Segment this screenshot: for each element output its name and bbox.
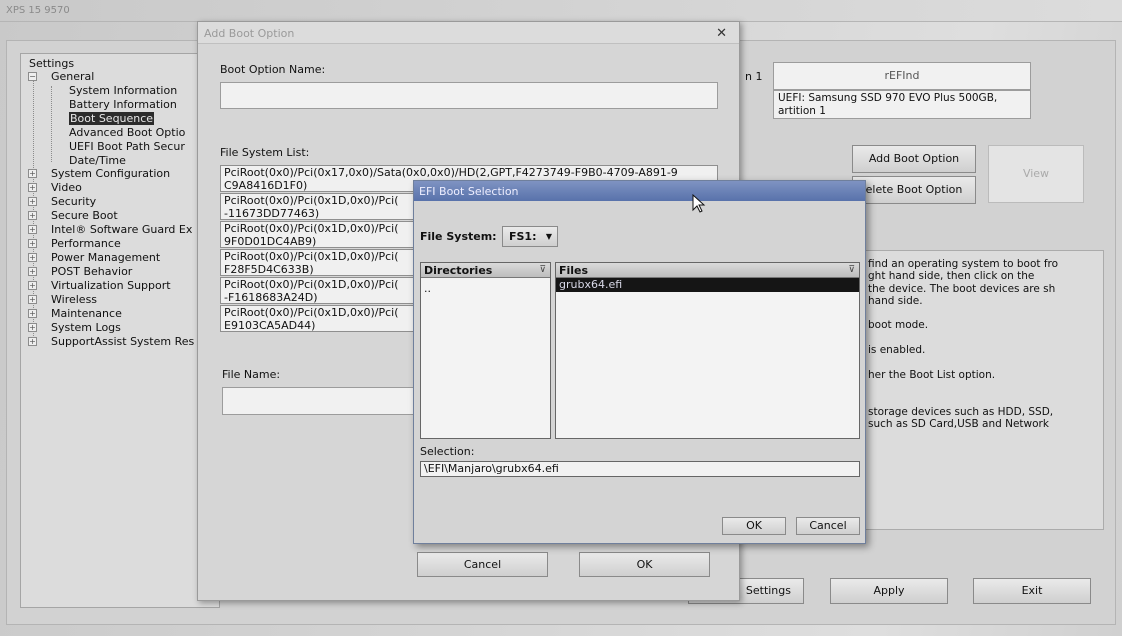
tree-item-performance[interactable]: Performance <box>51 237 121 250</box>
boot-device-info: UEFI: Samsung SSD 970 EVO Plus 500GB, ar… <box>773 90 1031 119</box>
file-system-select[interactable]: FS1: ▼ <box>502 226 558 247</box>
tree-item-wireless[interactable]: Wireless <box>51 293 97 306</box>
tree-item-system-logs[interactable]: System Logs <box>51 321 121 334</box>
tree-item-security[interactable]: Security <box>51 195 96 208</box>
dropdown-arrow-icon: ▼ <box>545 232 552 241</box>
boot-option-field[interactable]: rEFInd <box>773 62 1031 90</box>
tree-item-boot-sequence[interactable]: Boot Sequence <box>69 112 155 125</box>
title-bar: XPS 15 9570 <box>0 0 1122 22</box>
directories-pane[interactable]: Directories ⊽ .. <box>420 262 551 439</box>
file-item-selected[interactable]: grubx64.efi <box>556 278 859 292</box>
close-icon[interactable]: ✕ <box>716 26 727 41</box>
boot-option-value: rEFInd <box>884 69 920 82</box>
tree-item-video[interactable]: Video <box>51 181 82 194</box>
expand-icon[interactable]: + <box>28 323 37 332</box>
device-line-1: UEFI: Samsung SSD 970 EVO Plus 500GB, <box>778 92 998 104</box>
app-title: XPS 15 9570 <box>6 5 70 16</box>
view-button[interactable]: View <box>988 145 1084 203</box>
dialog-title-bar: Add Boot Option ✕ <box>198 22 739 44</box>
expand-icon[interactable]: + <box>28 267 37 276</box>
expand-icon[interactable]: + <box>28 253 37 262</box>
tree-item-system-configuration[interactable]: System Configuration <box>51 167 170 180</box>
efi-boot-selection-dialog: EFI Boot Selection File System: FS1: ▼ D… <box>413 180 866 544</box>
tree-item-secure-boot[interactable]: Secure Boot <box>51 209 118 222</box>
tree-item-power-management[interactable]: Power Management <box>51 251 160 264</box>
tree-item-post-behavior[interactable]: POST Behavior <box>51 265 132 278</box>
boot-option-label: n 1 <box>745 70 763 83</box>
expand-icon[interactable]: + <box>28 239 37 248</box>
tree-item-advanced-boot-options[interactable]: Advanced Boot Optio <box>69 126 185 139</box>
cancel-button[interactable]: Cancel <box>417 552 548 577</box>
add-boot-option-button[interactable]: Add Boot Option <box>852 145 976 173</box>
expand-icon[interactable]: + <box>28 169 37 178</box>
expand-icon[interactable]: − <box>28 72 37 81</box>
file-system-label: File System: <box>420 230 497 243</box>
settings-tree: Settings − General System Information Ba… <box>20 53 220 608</box>
sort-icon[interactable]: ⊽ <box>539 263 546 278</box>
apply-button[interactable]: Apply <box>830 578 948 604</box>
selection-field[interactable]: \EFI\Manjaro\grubx64.efi <box>420 461 860 477</box>
tree-item-uefi-boot-path-security[interactable]: UEFI Boot Path Secur <box>69 140 185 153</box>
expand-icon[interactable]: + <box>28 197 37 206</box>
bios-screen: XPS 15 9570 Settings − General System In… <box>0 0 1122 636</box>
directories-header[interactable]: Directories ⊽ <box>421 263 550 278</box>
dialog-title: Add Boot Option <box>204 27 295 40</box>
efi-ok-button[interactable]: OK <box>722 517 786 535</box>
expand-icon[interactable]: + <box>28 211 37 220</box>
tree-item-virtualization-support[interactable]: Virtualization Support <box>51 279 171 292</box>
file-system-list-label: File System List: <box>220 146 310 159</box>
tree-item-system-information[interactable]: System Information <box>69 84 177 97</box>
expand-icon[interactable]: + <box>28 295 37 304</box>
sort-icon[interactable]: ⊽ <box>848 263 855 278</box>
file-name-label: File Name: <box>222 368 281 381</box>
selection-label: Selection: <box>420 445 475 458</box>
files-pane[interactable]: Files ⊽ grubx64.efi <box>555 262 860 439</box>
boot-option-name-input[interactable] <box>220 82 718 109</box>
tree-item-date-time[interactable]: Date/Time <box>69 154 126 167</box>
efi-cancel-button[interactable]: Cancel <box>796 517 860 535</box>
tree-item-general[interactable]: General <box>51 70 94 83</box>
tree-item-intel-sgx[interactable]: Intel® Software Guard Ex <box>51 223 192 236</box>
tree-item-battery-information[interactable]: Battery Information <box>69 98 177 111</box>
ok-button[interactable]: OK <box>579 552 710 577</box>
efi-dialog-title: EFI Boot Selection <box>419 185 519 198</box>
help-text: find an operating system to boot fro ght … <box>868 258 1059 430</box>
files-header[interactable]: Files ⊽ <box>556 263 859 278</box>
expand-icon[interactable]: + <box>28 309 37 318</box>
expand-icon[interactable]: + <box>28 183 37 192</box>
expand-icon[interactable]: + <box>28 281 37 290</box>
tree-root-label: Settings <box>29 57 75 70</box>
efi-dialog-title-bar: EFI Boot Selection <box>414 181 865 201</box>
tree-item-maintenance[interactable]: Maintenance <box>51 307 122 320</box>
exit-button[interactable]: Exit <box>973 578 1091 604</box>
delete-boot-option-button[interactable]: elete Boot Option <box>852 176 976 204</box>
mouse-pointer-icon <box>692 194 706 213</box>
expand-icon[interactable]: + <box>28 225 37 234</box>
expand-icon[interactable]: + <box>28 337 37 346</box>
device-line-2: artition 1 <box>778 105 826 117</box>
directory-item[interactable]: .. <box>424 282 431 295</box>
boot-option-name-label: Boot Option Name: <box>220 63 326 76</box>
tree-item-supportassist[interactable]: SupportAssist System Res <box>51 335 194 348</box>
